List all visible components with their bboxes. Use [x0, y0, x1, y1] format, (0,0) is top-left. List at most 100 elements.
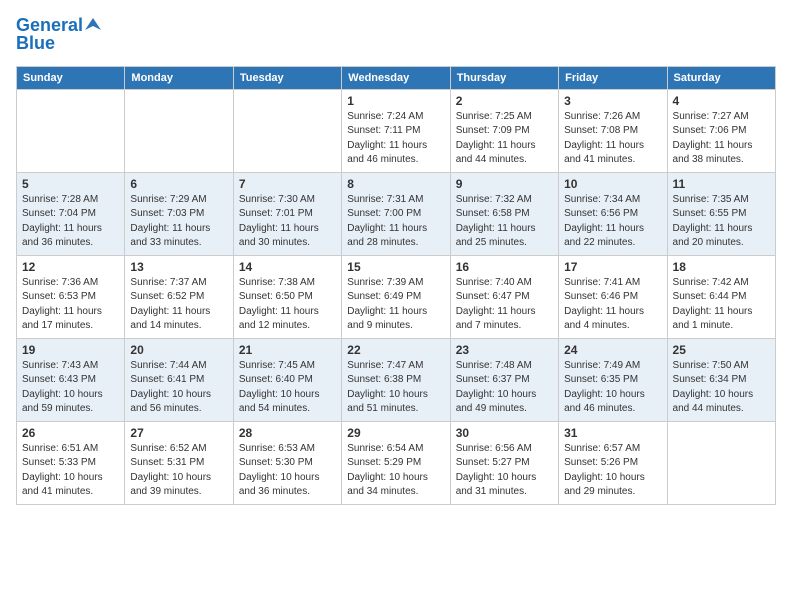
- day-cell: 10 Sunrise: 7:34 AMSunset: 6:56 PMDayligh…: [559, 172, 667, 255]
- day-number: 12: [22, 260, 119, 274]
- day-cell: 4 Sunrise: 7:27 AMSunset: 7:06 PMDaylight…: [667, 89, 775, 172]
- day-info: Sunrise: 7:44 AMSunset: 6:41 PMDaylight:…: [130, 359, 227, 417]
- day-cell: [233, 89, 341, 172]
- day-number: 30: [456, 426, 553, 440]
- day-number: 6: [130, 177, 227, 191]
- day-number: 19: [22, 343, 119, 357]
- day-info: Sunrise: 7:41 AMSunset: 6:46 PMDaylight:…: [564, 276, 661, 334]
- day-cell: 8 Sunrise: 7:31 AMSunset: 7:00 PMDaylight…: [342, 172, 450, 255]
- day-info: Sunrise: 7:28 AMSunset: 7:04 PMDaylight:…: [22, 193, 119, 251]
- day-info: Sunrise: 7:39 AMSunset: 6:49 PMDaylight:…: [347, 276, 444, 334]
- day-number: 21: [239, 343, 336, 357]
- day-cell: 5 Sunrise: 7:28 AMSunset: 7:04 PMDaylight…: [17, 172, 125, 255]
- day-cell: [125, 89, 233, 172]
- day-number: 1: [347, 94, 444, 108]
- day-info: Sunrise: 7:32 AMSunset: 6:58 PMDaylight:…: [456, 193, 553, 251]
- week-row-3: 12 Sunrise: 7:36 AMSunset: 6:53 PMDayligh…: [17, 255, 776, 338]
- day-number: 26: [22, 426, 119, 440]
- day-number: 28: [239, 426, 336, 440]
- day-number: 15: [347, 260, 444, 274]
- day-cell: 13Sunrise: 7:37 AMSunset: 6:52 PMDayligh…: [125, 255, 233, 338]
- day-cell: 30 Sunrise: 6:56 AMSunset: 5:27 PMDayligh…: [450, 421, 558, 504]
- day-cell: 18 Sunrise: 7:42 AMSunset: 6:44 PMDayligh…: [667, 255, 775, 338]
- day-number: 8: [347, 177, 444, 191]
- day-number: 4: [673, 94, 770, 108]
- day-number: 31: [564, 426, 661, 440]
- day-number: 3: [564, 94, 661, 108]
- day-cell: [17, 89, 125, 172]
- day-cell: 27 Sunrise: 6:52 AMSunset: 5:31 PMDayligh…: [125, 421, 233, 504]
- day-info: Sunrise: 7:36 AMSunset: 6:53 PMDaylight:…: [22, 276, 119, 334]
- day-cell: 31 Sunrise: 6:57 AMSunset: 5:26 PMDayligh…: [559, 421, 667, 504]
- day-info: Sunrise: 7:45 AMSunset: 6:40 PMDaylight:…: [239, 359, 336, 417]
- column-header-friday: Friday: [559, 66, 667, 89]
- day-cell: [667, 421, 775, 504]
- day-cell: 22Sunrise: 7:47 AMSunset: 6:38 PMDayligh…: [342, 338, 450, 421]
- day-number: 11: [673, 177, 770, 191]
- week-row-5: 26Sunrise: 6:51 AMSunset: 5:33 PMDayligh…: [17, 421, 776, 504]
- week-row-4: 19Sunrise: 7:43 AMSunset: 6:43 PMDayligh…: [17, 338, 776, 421]
- day-cell: 26Sunrise: 6:51 AMSunset: 5:33 PMDayligh…: [17, 421, 125, 504]
- day-cell: 14 Sunrise: 7:38 AMSunset: 6:50 PMDayligh…: [233, 255, 341, 338]
- day-info: Sunrise: 7:24 AMSunset: 7:11 PMDaylight:…: [347, 110, 444, 168]
- logo-bird-icon: [85, 16, 101, 32]
- day-cell: 9Sunrise: 7:32 AMSunset: 6:58 PMDaylight…: [450, 172, 558, 255]
- day-number: 10: [564, 177, 661, 191]
- week-row-1: 1 Sunrise: 7:24 AMSunset: 7:11 PMDaylight…: [17, 89, 776, 172]
- day-info: Sunrise: 6:54 AMSunset: 5:29 PMDaylight:…: [347, 442, 444, 500]
- day-info: Sunrise: 7:42 AMSunset: 6:44 PMDaylight:…: [673, 276, 770, 334]
- day-info: Sunrise: 7:30 AMSunset: 7:01 PMDaylight:…: [239, 193, 336, 251]
- day-number: 25: [673, 343, 770, 357]
- calendar-header-row: SundayMondayTuesdayWednesdayThursdayFrid…: [17, 66, 776, 89]
- day-info: Sunrise: 7:26 AMSunset: 7:08 PMDaylight:…: [564, 110, 661, 168]
- week-row-2: 5 Sunrise: 7:28 AMSunset: 7:04 PMDaylight…: [17, 172, 776, 255]
- day-cell: 29 Sunrise: 6:54 AMSunset: 5:29 PMDayligh…: [342, 421, 450, 504]
- day-cell: 21 Sunrise: 7:45 AMSunset: 6:40 PMDayligh…: [233, 338, 341, 421]
- day-info: Sunrise: 6:56 AMSunset: 5:27 PMDaylight:…: [456, 442, 553, 500]
- day-cell: 16 Sunrise: 7:40 AMSunset: 6:47 PMDayligh…: [450, 255, 558, 338]
- day-cell: 28 Sunrise: 6:53 AMSunset: 5:30 PMDayligh…: [233, 421, 341, 504]
- day-number: 17: [564, 260, 661, 274]
- column-header-sunday: Sunday: [17, 66, 125, 89]
- day-info: Sunrise: 7:50 AMSunset: 6:34 PMDaylight:…: [673, 359, 770, 417]
- column-header-monday: Monday: [125, 66, 233, 89]
- day-cell: 24Sunrise: 7:49 AMSunset: 6:35 PMDayligh…: [559, 338, 667, 421]
- day-number: 27: [130, 426, 227, 440]
- day-number: 18: [673, 260, 770, 274]
- day-cell: 2 Sunrise: 7:25 AMSunset: 7:09 PMDaylight…: [450, 89, 558, 172]
- day-cell: 25 Sunrise: 7:50 AMSunset: 6:34 PMDayligh…: [667, 338, 775, 421]
- day-info: Sunrise: 7:37 AMSunset: 6:52 PMDaylight:…: [130, 276, 227, 334]
- day-cell: 7 Sunrise: 7:30 AMSunset: 7:01 PMDaylight…: [233, 172, 341, 255]
- day-cell: 11Sunrise: 7:35 AMSunset: 6:55 PMDayligh…: [667, 172, 775, 255]
- day-cell: 15 Sunrise: 7:39 AMSunset: 6:49 PMDayligh…: [342, 255, 450, 338]
- day-cell: 1 Sunrise: 7:24 AMSunset: 7:11 PMDaylight…: [342, 89, 450, 172]
- day-info: Sunrise: 7:38 AMSunset: 6:50 PMDaylight:…: [239, 276, 336, 334]
- day-number: 23: [456, 343, 553, 357]
- logo: General Blue: [16, 16, 101, 54]
- day-cell: 3 Sunrise: 7:26 AMSunset: 7:08 PMDaylight…: [559, 89, 667, 172]
- day-info: Sunrise: 6:52 AMSunset: 5:31 PMDaylight:…: [130, 442, 227, 500]
- page-header: General Blue: [16, 16, 776, 54]
- day-number: 5: [22, 177, 119, 191]
- day-info: Sunrise: 7:27 AMSunset: 7:06 PMDaylight:…: [673, 110, 770, 168]
- day-info: Sunrise: 7:29 AMSunset: 7:03 PMDaylight:…: [130, 193, 227, 251]
- day-info: Sunrise: 6:57 AMSunset: 5:26 PMDaylight:…: [564, 442, 661, 500]
- day-number: 16: [456, 260, 553, 274]
- day-info: Sunrise: 6:53 AMSunset: 5:30 PMDaylight:…: [239, 442, 336, 500]
- day-number: 20: [130, 343, 227, 357]
- day-number: 2: [456, 94, 553, 108]
- day-info: Sunrise: 7:34 AMSunset: 6:56 PMDaylight:…: [564, 193, 661, 251]
- day-number: 7: [239, 177, 336, 191]
- day-cell: 12 Sunrise: 7:36 AMSunset: 6:53 PMDayligh…: [17, 255, 125, 338]
- day-info: Sunrise: 7:31 AMSunset: 7:00 PMDaylight:…: [347, 193, 444, 251]
- day-number: 29: [347, 426, 444, 440]
- day-number: 14: [239, 260, 336, 274]
- column-header-tuesday: Tuesday: [233, 66, 341, 89]
- logo-text-blue: Blue: [16, 34, 55, 54]
- day-info: Sunrise: 7:25 AMSunset: 7:09 PMDaylight:…: [456, 110, 553, 168]
- calendar-table: SundayMondayTuesdayWednesdayThursdayFrid…: [16, 66, 776, 505]
- day-info: Sunrise: 7:40 AMSunset: 6:47 PMDaylight:…: [456, 276, 553, 334]
- day-info: Sunrise: 7:48 AMSunset: 6:37 PMDaylight:…: [456, 359, 553, 417]
- day-cell: 17 Sunrise: 7:41 AMSunset: 6:46 PMDayligh…: [559, 255, 667, 338]
- column-header-thursday: Thursday: [450, 66, 558, 89]
